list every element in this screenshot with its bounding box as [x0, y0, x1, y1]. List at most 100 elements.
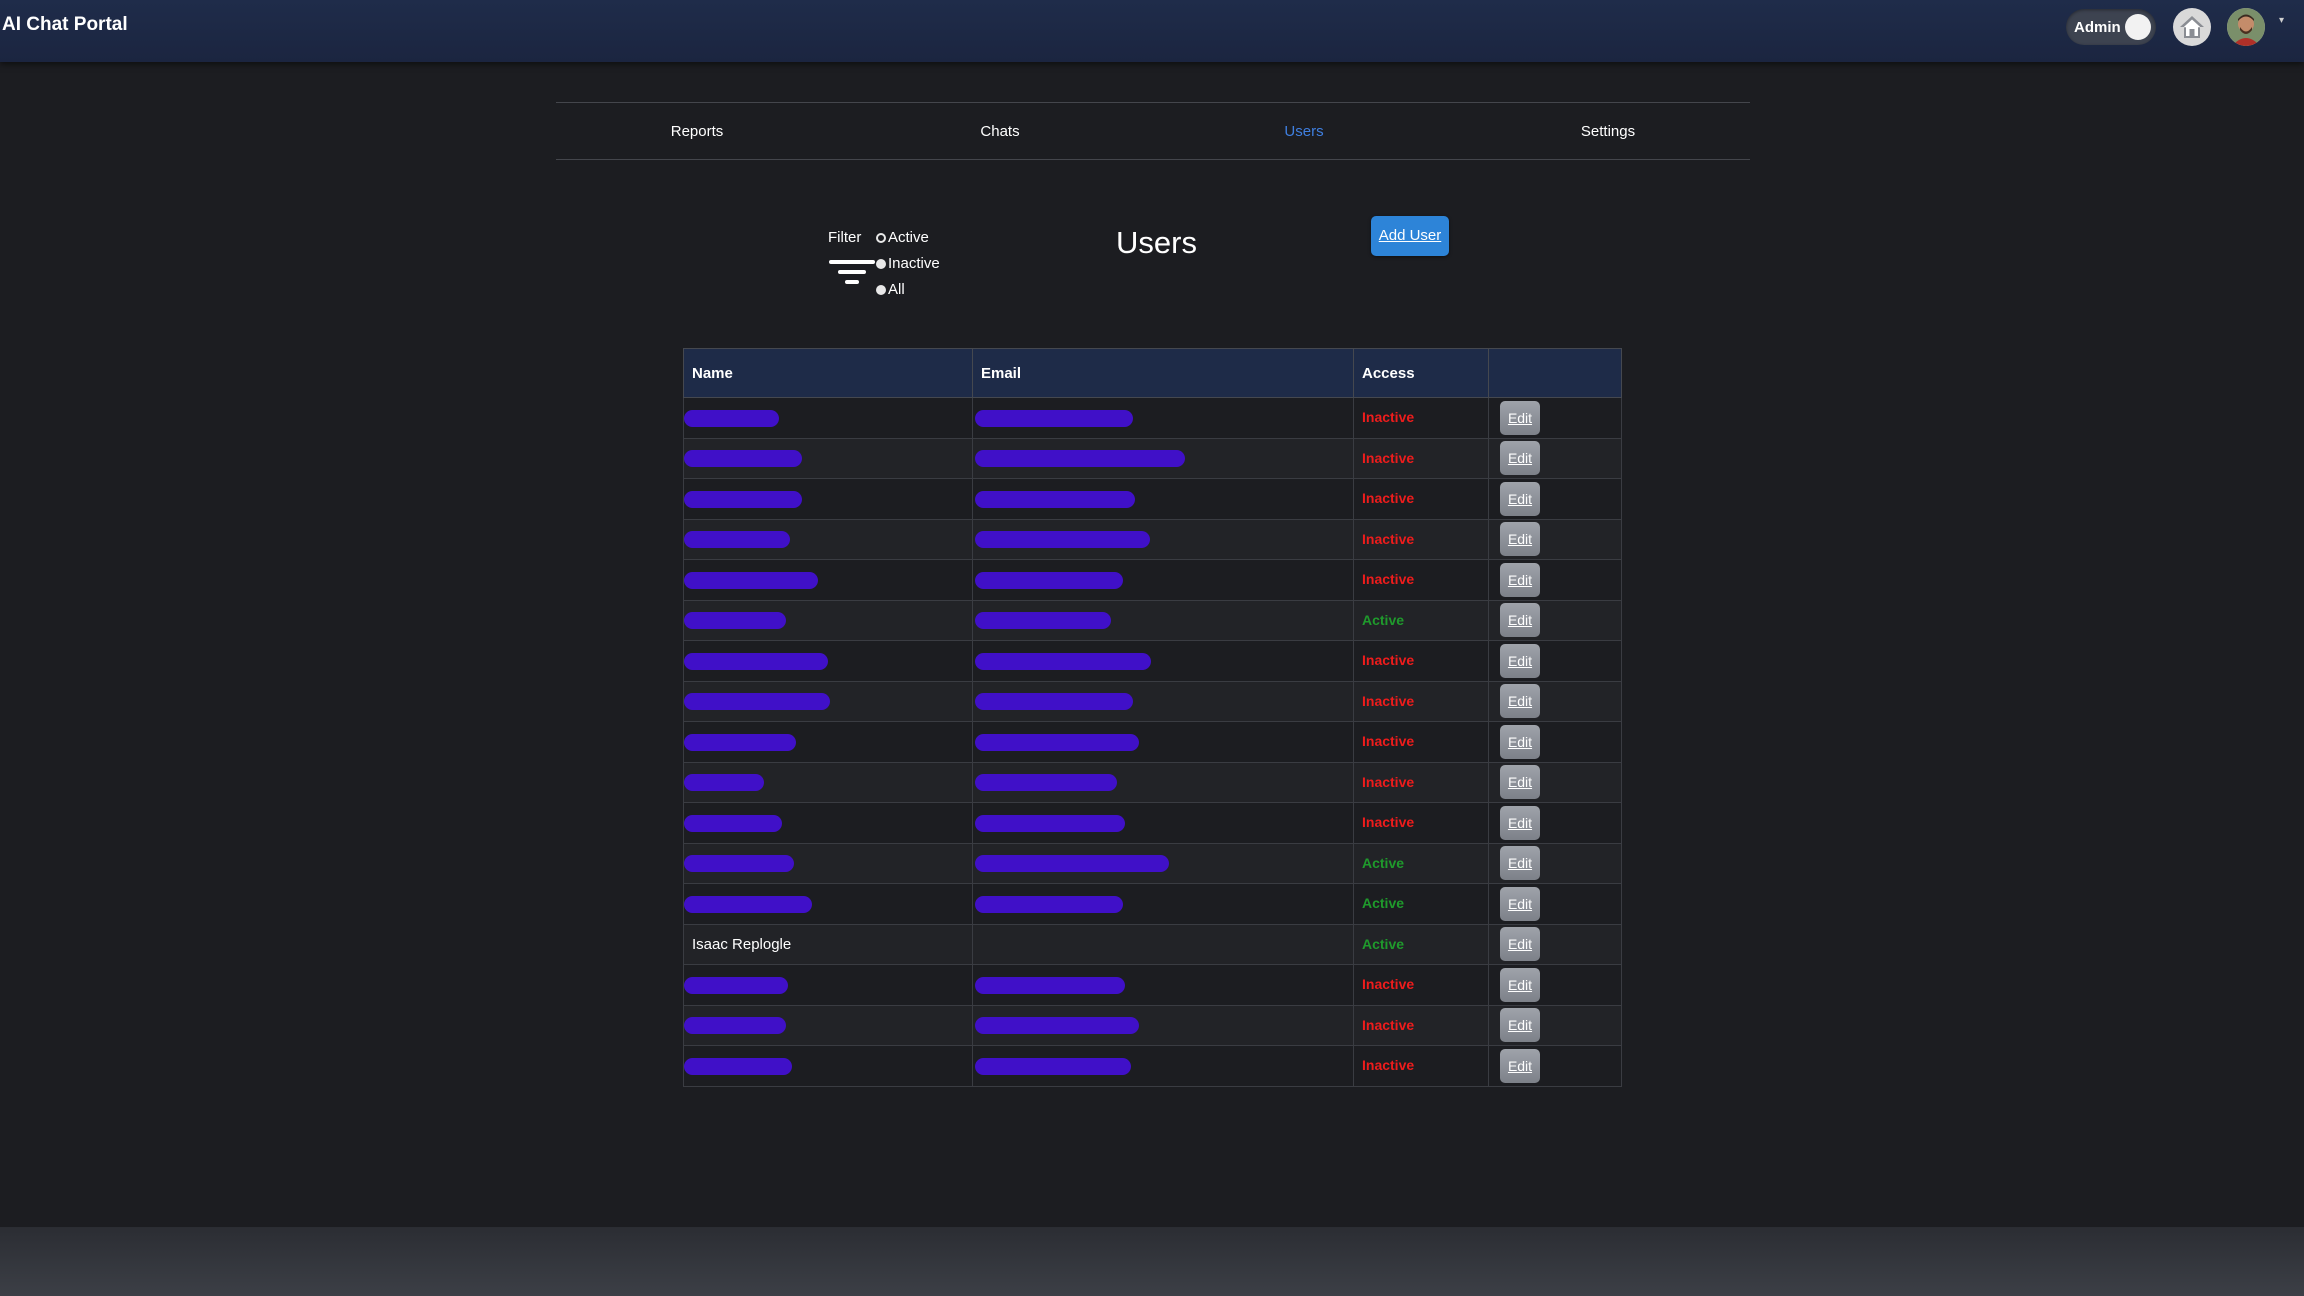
cell-name: Isaac Replogle: [683, 923, 973, 965]
user-avatar-icon: [2227, 8, 2265, 46]
edit-button[interactable]: Edit: [1500, 846, 1540, 881]
redacted-name: [684, 1057, 792, 1075]
access-status: Inactive: [1362, 733, 1415, 750]
radio-active[interactable]: [876, 232, 886, 243]
edit-button[interactable]: Edit: [1500, 522, 1540, 557]
add-user-button[interactable]: Add User: [1371, 216, 1449, 256]
tab-reports[interactable]: Reports: [671, 123, 724, 140]
admin-toggle-label: Admin: [2074, 19, 2121, 36]
top-bar: AI Chat Portal Admin ▾: [0, 0, 2304, 62]
redacted-email: [975, 976, 1125, 994]
redacted-name: [684, 774, 764, 792]
cell-email: [972, 1004, 1354, 1046]
redacted-name: [684, 693, 830, 711]
edit-button[interactable]: Edit: [1500, 1008, 1540, 1043]
filter-option-inactive[interactable]: Inactive: [876, 255, 940, 272]
toggle-knob[interactable]: [2125, 14, 2151, 40]
edit-button[interactable]: Edit: [1500, 684, 1540, 719]
table-row: Inactive Edit: [683, 1004, 1622, 1046]
edit-button[interactable]: Edit: [1500, 603, 1540, 638]
home-button[interactable]: [2173, 8, 2211, 46]
footer-band: [0, 1227, 2304, 1296]
home-icon: [2180, 16, 2204, 38]
redacted-name: [684, 976, 788, 994]
admin-toggle[interactable]: Admin: [2066, 9, 2156, 45]
redacted-email: [975, 855, 1169, 873]
cell-name: [683, 1045, 973, 1087]
edit-button[interactable]: Edit: [1500, 441, 1540, 476]
filter-option-inactive-label: Inactive: [888, 255, 940, 272]
cell-name: [683, 802, 973, 844]
edit-button[interactable]: Edit: [1500, 400, 1540, 435]
cell-actions: Edit: [1488, 802, 1622, 844]
edit-button[interactable]: Edit: [1500, 886, 1540, 921]
cell-actions: Edit: [1488, 518, 1622, 560]
edit-button[interactable]: Edit: [1500, 481, 1540, 516]
cell-name: [683, 478, 973, 520]
table-row: Inactive Edit: [683, 397, 1622, 439]
table-row: Active Edit: [683, 883, 1622, 925]
access-status: Active: [1362, 895, 1405, 912]
redacted-email: [975, 1017, 1139, 1035]
tab-users[interactable]: Users: [1284, 123, 1323, 140]
redacted-email: [975, 814, 1125, 832]
redacted-email: [975, 571, 1123, 589]
radio-inactive[interactable]: [876, 258, 886, 269]
access-status: Inactive: [1362, 1057, 1415, 1074]
cell-name: [683, 964, 973, 1006]
cell-email: [972, 397, 1354, 439]
cell-access: Inactive: [1353, 802, 1489, 844]
cell-access: Inactive: [1353, 478, 1489, 520]
table-row: Inactive Edit: [683, 680, 1622, 722]
column-header-email: Email: [972, 348, 1354, 398]
edit-button[interactable]: Edit: [1500, 805, 1540, 840]
tab-chats[interactable]: Chats: [980, 123, 1019, 140]
redacted-name: [684, 531, 790, 549]
cell-access: Inactive: [1353, 680, 1489, 722]
cell-email: [972, 802, 1354, 844]
edit-button[interactable]: Edit: [1500, 724, 1540, 759]
table-row: Inactive Edit: [683, 478, 1622, 520]
cell-actions: Edit: [1488, 397, 1622, 439]
redacted-name: [684, 895, 812, 913]
tab-settings[interactable]: Settings: [1581, 123, 1635, 140]
chevron-down-icon[interactable]: ▾: [2279, 15, 2284, 26]
edit-button[interactable]: Edit: [1500, 1048, 1540, 1083]
cell-actions: Edit: [1488, 599, 1622, 641]
cell-name: [683, 559, 973, 601]
table-row: Active Edit: [683, 599, 1622, 641]
users-table: Name Email Access Inactive Edit Inactive Ed…: [683, 348, 1622, 1087]
access-status: Inactive: [1362, 571, 1415, 588]
app-title: AI Chat Portal: [2, 14, 128, 35]
cell-email: [972, 599, 1354, 641]
cell-access: Active: [1353, 923, 1489, 965]
filter-option-active[interactable]: Active: [876, 229, 929, 246]
edit-button[interactable]: Edit: [1500, 967, 1540, 1002]
access-status: Inactive: [1362, 773, 1415, 790]
cell-name: [683, 842, 973, 884]
edit-button[interactable]: Edit: [1500, 562, 1540, 597]
cell-name: [683, 599, 973, 641]
access-status: Inactive: [1362, 449, 1415, 466]
cell-actions: Edit: [1488, 883, 1622, 925]
edit-button[interactable]: Edit: [1500, 765, 1540, 800]
user-avatar[interactable]: [2227, 8, 2265, 46]
cell-name: [683, 437, 973, 479]
cell-actions: Edit: [1488, 478, 1622, 520]
cell-email: [972, 559, 1354, 601]
cell-name: [683, 640, 973, 682]
cell-actions: Edit: [1488, 721, 1622, 763]
cell-name: [683, 518, 973, 560]
edit-button[interactable]: Edit: [1500, 643, 1540, 678]
edit-button[interactable]: Edit: [1500, 927, 1540, 962]
filter-option-all[interactable]: All: [876, 281, 905, 298]
cell-actions: Edit: [1488, 640, 1622, 682]
column-header-actions: [1488, 348, 1622, 398]
table-row: Isaac Replogle Active Edit: [683, 923, 1622, 965]
cell-access: Active: [1353, 842, 1489, 884]
table-row: Inactive Edit: [683, 761, 1622, 803]
page-title: Users: [1116, 225, 1197, 260]
cell-email: [972, 923, 1354, 965]
radio-all[interactable]: [876, 284, 886, 295]
cell-access: Inactive: [1353, 964, 1489, 1006]
